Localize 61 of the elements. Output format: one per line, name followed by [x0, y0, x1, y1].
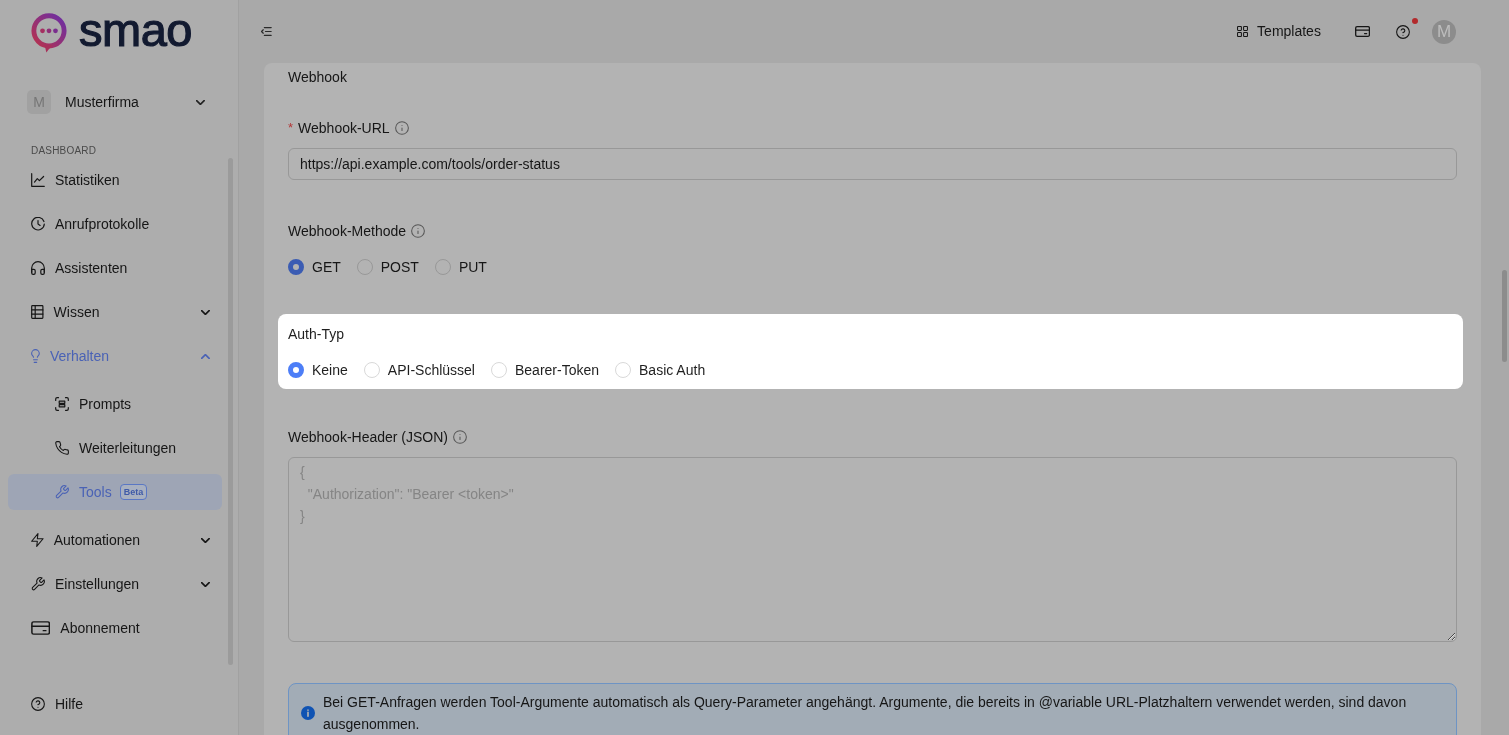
text-frame-icon: [55, 397, 69, 411]
templates-button[interactable]: Templates: [1229, 17, 1329, 46]
section-title: Webhook: [288, 68, 348, 87]
grid-icon: [1237, 26, 1249, 37]
nav-item[interactable]: Hilfe: [8, 686, 222, 722]
info-icon[interactable]: [394, 121, 409, 135]
help-icon: [31, 697, 45, 711]
alert-text: Bei GET-Anfragen werden Tool-Argumente automatisch als Query-Parameter angehängt. Argumente, die bereits in @variable URL-Platzhaltern verwendet werden, sind davon ausgenommen.: [323, 693, 1408, 734]
field-label: Webhook-Header (JSON): [288, 428, 449, 447]
logo-text[interactable]: smao: [79, 5, 192, 53]
field-label: Webhook-Methode: [288, 222, 407, 241]
radio-label[interactable]: GET: [312, 256, 341, 278]
lightbulb-icon: [31, 349, 40, 363]
radio-label[interactable]: Bearer-Token: [514, 359, 599, 381]
wrench-icon: [31, 577, 45, 591]
help-icon[interactable]: [1396, 24, 1410, 39]
radio-label[interactable]: PUT: [458, 256, 487, 278]
chevron-down-icon[interactable]: [201, 581, 210, 587]
nav-item[interactable]: Prompts: [8, 386, 222, 422]
credit-card-icon: [31, 621, 51, 635]
info-icon[interactable]: [411, 224, 426, 238]
scrollbar-thumb[interactable]: [1502, 270, 1507, 362]
field-label: Auth-Typ: [288, 325, 345, 344]
radio-button[interactable]: [356, 259, 373, 275]
radio-label[interactable]: Basic Auth: [639, 359, 706, 381]
feature-badge: Beta: [119, 484, 148, 500]
chevron-down-icon[interactable]: [196, 99, 205, 105]
table-icon: [31, 305, 44, 319]
section-label: DASHBOARD: [30, 144, 98, 158]
lightning-icon: [31, 533, 44, 547]
nav-item[interactable]: Abonnement: [8, 610, 222, 646]
chevron-down-icon[interactable]: [201, 537, 210, 543]
nav-item[interactable]: Weiterleitungen: [8, 430, 222, 466]
radio-label[interactable]: Keine: [312, 359, 348, 381]
radio-label[interactable]: API-Schlüssel: [387, 359, 475, 381]
url-input[interactable]: https://api.example.com/tools/order-status: [288, 148, 1457, 180]
required-mark: *: [288, 119, 294, 137]
radio-button[interactable]: [288, 259, 304, 275]
radio-label[interactable]: POST: [380, 256, 419, 278]
phone-icon: [55, 441, 69, 455]
wrench-icon: [55, 485, 69, 499]
nav-item[interactable]: Einstellungen: [8, 566, 222, 602]
info-icon[interactable]: [453, 430, 468, 444]
line-chart-icon: [31, 173, 45, 187]
clock-icon: [31, 217, 45, 231]
radio-button[interactable]: [288, 362, 304, 378]
chevron-up-icon[interactable]: [201, 353, 210, 359]
nav-item[interactable]: Statistiken: [8, 162, 222, 198]
headphones-icon: [31, 261, 45, 275]
nav-item[interactable]: Assistenten: [8, 250, 222, 286]
credit-card-icon[interactable]: [1354, 26, 1370, 37]
logo-icon[interactable]: [31, 13, 67, 53]
radio-button[interactable]: [434, 259, 451, 275]
chevron-down-icon[interactable]: [201, 309, 210, 315]
nav-item[interactable]: Automationen: [8, 522, 222, 558]
nav-item[interactable]: Anrufprotokolle: [8, 206, 222, 242]
workspace-name[interactable]: Musterfirma: [65, 91, 139, 113]
menu-icon[interactable]: [261, 27, 272, 36]
field-label: Webhook-URL: [298, 119, 390, 138]
nav-item[interactable]: Wissen: [8, 294, 222, 330]
info-icon: [301, 706, 315, 720]
